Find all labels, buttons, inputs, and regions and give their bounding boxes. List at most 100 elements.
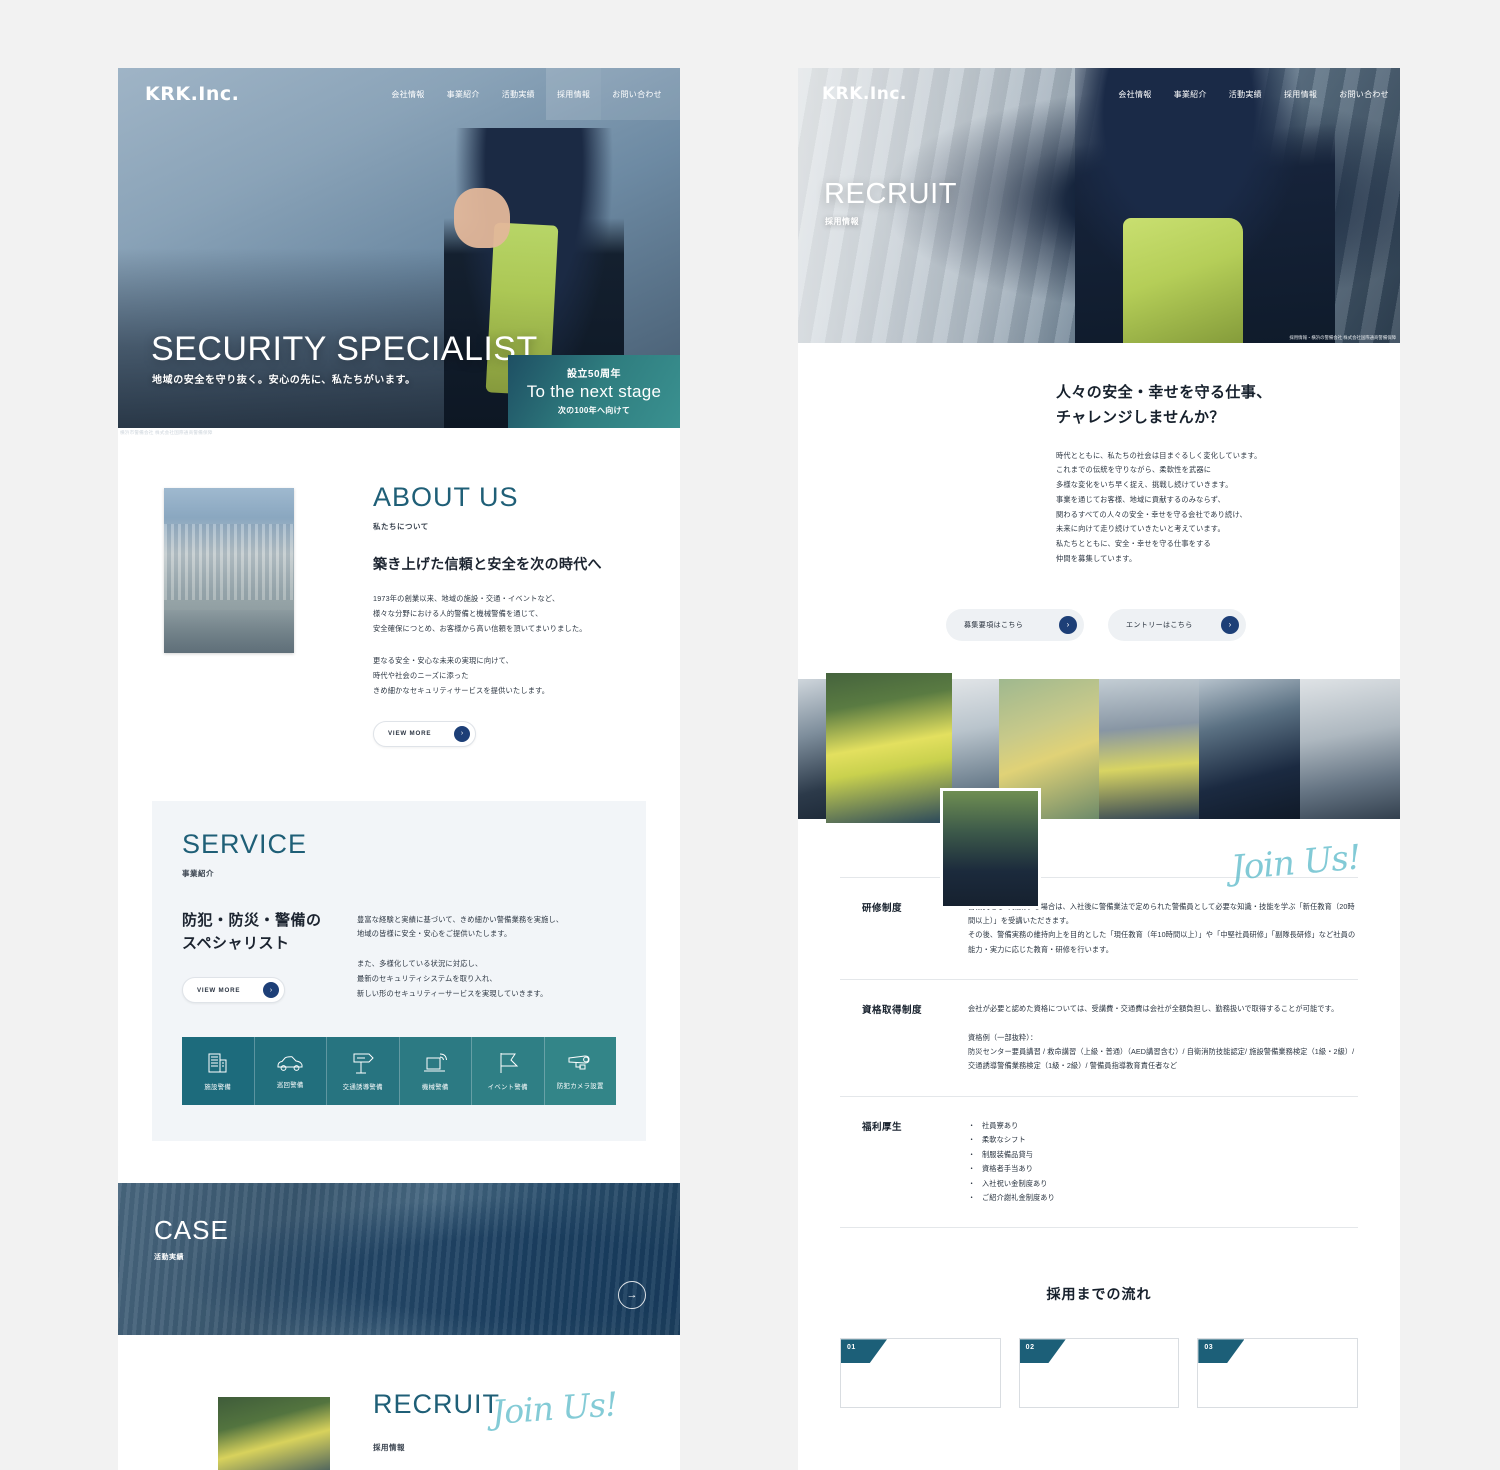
about-heading-jp: 私たちについて <box>373 522 429 531</box>
benefits-list: 社員寮あり 柔軟なシフト 制服装備品貸与 資格者手当あり 入社祝い金制度あり ご… <box>968 1119 1358 1206</box>
hero-title: SECURITY SPECIALIST <box>151 330 538 368</box>
flow-step-number: 01 <box>841 1339 887 1364</box>
about-body: ABOUT US 私たちについて 築き上げた信頼と安全を次の時代へ 1973年の… <box>373 484 680 747</box>
recruit-hero-vest <box>1123 218 1244 343</box>
recruit-hero-title: RECRUIT <box>824 178 958 210</box>
recruit-teaser-heading-jp: 採用情報 <box>373 1443 405 1453</box>
detail-block: 会社が必要と認めた資格については、受講費・交通費は会社が全額負担し、勤務扱いで取… <box>968 1004 1339 1014</box>
site-logo[interactable]: KRK.Inc. <box>145 83 239 105</box>
list-item: 制服装備品貸与 <box>968 1148 1358 1163</box>
service-tile-camera[interactable]: 防犯カメラ設置 <box>544 1037 616 1106</box>
table-row: 福利厚生 社員寮あり 柔軟なシフト 制服装備品貸与 資格者手当あり 入社祝い金制… <box>840 1097 1358 1229</box>
recruit-intro-photo-inset <box>940 788 1041 909</box>
nav-item-case[interactable]: 活動実績 <box>491 68 546 120</box>
main-nav: 会社情報 事業紹介 活動実績 採用情報 お問い合わせ <box>380 68 680 120</box>
about-paragraph-2: 更なる安全・安心な未来の実現に向けて、 時代や社会のニーズに添った きめ細かなセ… <box>373 656 550 695</box>
wifi-device-icon <box>422 1051 448 1075</box>
recruit-intro-text: 時代とともに、私たちの社会は目まぐるしく変化しています。 これまでの伝統を守りな… <box>1056 450 1262 563</box>
recruit-intro-heading: 人々の安全・幸せを守る仕事、 チャレンジしませんか？ <box>1056 384 1272 426</box>
signpost-icon <box>350 1051 376 1075</box>
detail-value: 会社が必要と認めた資格については、受講費・交通費は会社が全額負担し、勤務扱いで取… <box>968 1002 1358 1074</box>
nav-item-service[interactable]: 事業紹介 <box>436 68 491 120</box>
service-head: 防犯・防災・警備の スペシャリスト VIEW MORE › 豊富な経験と実績に基… <box>182 909 616 1004</box>
flag-icon <box>496 1051 520 1075</box>
service-view-more-button[interactable]: VIEW MORE › <box>182 977 285 1004</box>
car-icon <box>276 1053 304 1073</box>
detail-block: 資格例（一部抜粋）： 防災センター要員講習 / 救命講習（上級・普通）（AED講… <box>968 1032 1355 1071</box>
nav-item-contact[interactable]: お問い合わせ <box>1328 68 1400 120</box>
about-cityscape-image <box>164 488 294 653</box>
about-heading-en: ABOUT US <box>373 482 519 512</box>
recruit-page: KRK.Inc. 会社情報 事業紹介 活動実績 採用情報 お問い合わせ RECR… <box>798 68 1400 1470</box>
service-heading-en: SERVICE <box>182 828 308 859</box>
entry-button[interactable]: エントリーはこちら › <box>1108 608 1246 641</box>
strip-photo-5 <box>1199 678 1300 819</box>
detail-value: 警備員として就業する場合は、入社後に警備業法で定められた警備員として必要な知識・… <box>968 900 1358 958</box>
home-page: KRK.Inc. 会社情報 事業紹介 活動実績 採用情報 お問い合わせ SECU… <box>118 68 680 1470</box>
service-tile-label: 施設警備 <box>204 1084 232 1092</box>
service-tile-event[interactable]: イベント警備 <box>472 1037 545 1106</box>
recruit-site-header: KRK.Inc. 会社情報 事業紹介 活動実績 採用情報 お問い合わせ <box>798 68 1400 120</box>
arrow-right-icon: › <box>1221 615 1239 634</box>
nav-item-recruit[interactable]: 採用情報 <box>1273 68 1328 120</box>
case-heading-en: CASE <box>154 1215 229 1246</box>
join-us-script-text: Join Us! <box>490 1384 619 1433</box>
service-view-more-label: VIEW MORE <box>197 986 241 994</box>
nav-item-company[interactable]: 会社情報 <box>380 68 435 120</box>
anniversary-badge[interactable]: 設立50周年 To the next stage 次の100年へ向けて <box>508 355 680 428</box>
recruit-intro-section: 人々の安全・幸せを守る仕事、 チャレンジしませんか？ 時代とともに、私たちの社会… <box>798 343 1400 909</box>
detail-key: 福利厚生 <box>862 1121 903 1133</box>
nav-item-service[interactable]: 事業紹介 <box>1163 68 1218 120</box>
cctv-camera-icon <box>566 1052 594 1074</box>
nav-item-case[interactable]: 活動実績 <box>1218 68 1273 120</box>
hero-subtitle: 地域の安全を守り抜く。安心の先に、私たちがいます。 <box>152 375 416 386</box>
table-row: 資格取得制度 会社が必要と認めた資格については、受講費・交通費は会社が全額負担し… <box>840 980 1358 1097</box>
recruit-details-table: 研修制度 警備員として就業する場合は、入社後に警備業法で定められた警備員として必… <box>840 876 1358 1229</box>
nav-item-contact[interactable]: お問い合わせ <box>601 68 680 120</box>
strip-photo-4 <box>1098 678 1200 819</box>
anniversary-line1: 設立50周年 <box>566 369 622 380</box>
service-tile-label: イベント警備 <box>487 1084 528 1092</box>
flow-card-2: 02 <box>1018 1338 1180 1409</box>
nav-item-recruit[interactable]: 採用情報 <box>545 68 602 120</box>
service-tile-traffic[interactable]: 交通誘導警備 <box>327 1037 400 1106</box>
site-logo[interactable]: KRK.Inc. <box>822 84 907 104</box>
about-lead: 築き上げた信頼と安全を次の時代へ <box>373 556 602 572</box>
list-item: ご紹介謝礼金制度あり <box>968 1191 1358 1206</box>
recruit-teaser-body: RECRUIT Join Us! 採用情報 <box>373 1384 680 1453</box>
service-tile-label: 巡回警備 <box>276 1082 304 1090</box>
case-section[interactable]: CASE 活動実績 → <box>118 1183 680 1336</box>
requirements-button[interactable]: 募集要項はこちら › <box>946 608 1084 641</box>
service-paragraph-2: また、多様化している状況に対応し、 最新のセキュリティシステムを取り入れ、 新し… <box>357 959 548 998</box>
main-nav: 会社情報 事業紹介 活動実績 採用情報 お問い合わせ <box>1107 68 1400 120</box>
arrow-right-icon: › <box>263 982 279 999</box>
screenshot-canvas: KRK.Inc. 会社情報 事業紹介 活動実績 採用情報 お問い合わせ SECU… <box>0 0 1500 1470</box>
nav-item-company[interactable]: 会社情報 <box>1107 68 1162 120</box>
service-tile-facility[interactable]: 施設警備 <box>182 1037 255 1106</box>
detail-key: 研修制度 <box>862 902 903 914</box>
about-view-more-label: VIEW MORE <box>388 730 432 738</box>
flow-cards: 01 02 03 <box>840 1338 1359 1409</box>
list-item: 資格者手当あり <box>968 1162 1358 1177</box>
service-left-column: 防犯・防災・警備の スペシャリスト VIEW MORE › <box>182 909 357 1004</box>
recruit-intro-photo-main <box>826 673 952 823</box>
service-right-column: 豊富な経験と実績に基づいて、きめ細かい警備業務を実施し、 地域の皆様に安全・安心… <box>357 909 616 1002</box>
about-paragraph-1: 1973年の創業以来、地域の施設・交通・イベントなど、 様々な分野における人的警… <box>373 594 587 633</box>
recruit-hero-subtitle: 採用情報 <box>825 217 859 226</box>
service-tile-label: 機械警備 <box>421 1084 449 1092</box>
recruit-cta-buttons: 募集要項はこちら › エントリーはこちら › <box>946 608 1400 641</box>
recruit-hero: KRK.Inc. 会社情報 事業紹介 活動実績 採用情報 お問い合わせ RECR… <box>798 68 1400 343</box>
table-row: 研修制度 警備員として就業する場合は、入社後に警備業法で定められた警備員として必… <box>840 876 1358 981</box>
about-view-more-button[interactable]: VIEW MORE › <box>373 720 476 747</box>
flow-card-1: 01 <box>840 1338 1001 1409</box>
case-arrow-button[interactable]: → <box>618 1281 646 1310</box>
service-tile-patrol[interactable]: 巡回警備 <box>254 1037 327 1106</box>
service-tiles: 施設警備 巡回警備 交通誘導警備 機械警備 イベント警備 防犯カメラ設置 <box>182 1037 616 1106</box>
case-text: CASE 活動実績 <box>118 1183 680 1262</box>
service-tile-machine[interactable]: 機械警備 <box>399 1037 472 1106</box>
recruit-teaser-heading-en: RECRUIT <box>373 1389 500 1420</box>
service-paragraph-1: 豊富な経験と実績に基づいて、きめ細かい警備業務を実施し、 地域の皆様に安全・安心… <box>357 914 564 939</box>
flow-section-title: 採用までの流れ <box>1046 1286 1152 1303</box>
recruit-intro-body: 人々の安全・幸せを守る仕事、 チャレンジしませんか？ 時代とともに、私たちの社会… <box>1056 381 1400 567</box>
arrow-right-icon: › <box>454 725 470 742</box>
